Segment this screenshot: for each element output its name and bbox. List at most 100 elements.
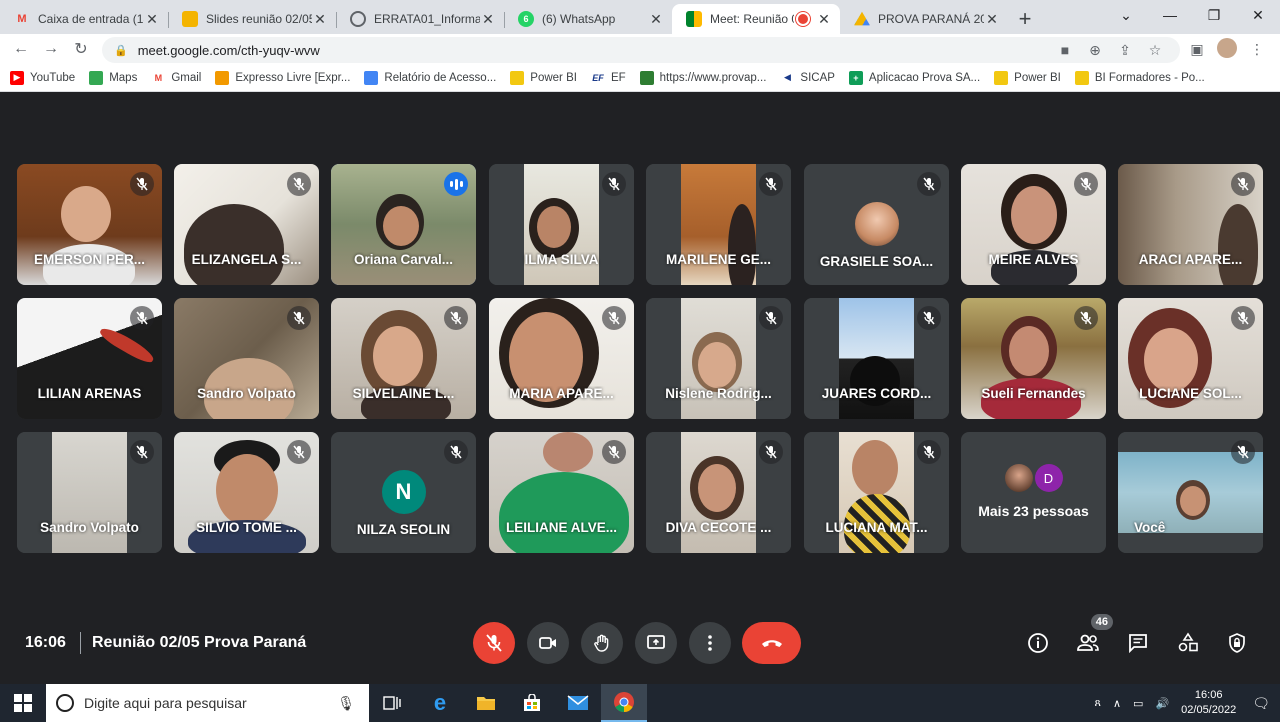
side-panel-icon[interactable]: ▣	[1182, 41, 1212, 58]
camera-toggle-button[interactable]	[527, 622, 569, 664]
menu-icon[interactable]: ⋮	[1242, 41, 1272, 58]
participant-tile[interactable]: EMERSON PER...	[17, 164, 162, 285]
tab-gmail[interactable]: M Caixa de entrada (182 ✕	[0, 4, 168, 34]
bookmark-powerbi-2[interactable]: Power BI	[994, 70, 1061, 85]
network-icon[interactable]: ▭	[1133, 697, 1143, 710]
more-options-button[interactable]	[689, 622, 731, 664]
bookmark-maps[interactable]: Maps	[89, 70, 137, 85]
participant-tile[interactable]: Sueli Fernandes	[961, 298, 1106, 419]
bookmark-ef[interactable]: EF EF	[591, 71, 625, 85]
new-tab-button[interactable]: +	[1008, 4, 1042, 34]
taskbar-store[interactable]	[509, 684, 555, 722]
close-icon[interactable]: ✕	[648, 11, 664, 27]
participant-tile[interactable]: MARIA APARE...	[489, 298, 634, 419]
bookmark-provaparana[interactable]: https://www.provap...	[639, 70, 766, 85]
start-button[interactable]	[0, 684, 46, 722]
bookmark-relatorio[interactable]: Relatório de Acesso...	[364, 70, 496, 85]
activities-icon	[1178, 632, 1198, 652]
taskbar-explorer[interactable]	[463, 684, 509, 722]
tray-date: 02/05/2022	[1181, 704, 1237, 716]
restore-icon[interactable]: ❐	[1192, 0, 1236, 30]
raise-hand-button[interactable]	[581, 622, 623, 664]
taskbar-chrome[interactable]	[601, 684, 647, 722]
close-icon[interactable]: ✕	[312, 11, 328, 27]
more-participants-tile[interactable]: D Mais 23 pessoas	[961, 432, 1106, 553]
video-feed	[1011, 186, 1057, 244]
participant-tile[interactable]: N NILZA SEOLIN	[331, 432, 476, 553]
tab-drive[interactable]: PROVA PARANÁ 2022 ✕	[840, 4, 1008, 34]
participant-name: DIVA CECOTE ...	[665, 520, 772, 535]
edge-icon: e	[433, 690, 447, 715]
reload-icon[interactable]: ↻	[66, 34, 96, 64]
participant-tile[interactable]: DIVA CECOTE ...	[646, 432, 791, 553]
bookmark-sicap[interactable]: ◀ SICAP	[780, 71, 835, 85]
task-view-button[interactable]	[369, 684, 415, 722]
participant-tile[interactable]: JUARES CORD...	[804, 298, 949, 419]
taskbar-mail[interactable]	[555, 684, 601, 722]
address-bar[interactable]: 🔒 meet.google.com/cth-yuqv-wvw ■ ⊕ ⇪ ☆	[102, 37, 1180, 63]
chevron-up-icon[interactable]: ∧	[1113, 697, 1121, 710]
forward-icon[interactable]: →	[36, 34, 66, 64]
participant-tile[interactable]: LUCIANA MAT...	[804, 432, 949, 553]
meeting-details-button[interactable]	[1023, 628, 1053, 658]
participant-tile[interactable]: Nislene Rodrig...	[646, 298, 791, 419]
participant-tile[interactable]: Sandro Volpato	[17, 432, 162, 553]
participant-name: GRASIELE SOA...	[819, 254, 934, 269]
people-button[interactable]: 46	[1073, 614, 1113, 658]
people-tray-icon[interactable]: ጸ	[1095, 697, 1101, 710]
participant-tile[interactable]: Sandro Volpato	[174, 298, 319, 419]
present-screen-button[interactable]	[635, 622, 677, 664]
participant-tile[interactable]: SILVIO TOME ...	[174, 432, 319, 553]
participant-tile[interactable]: LUCIANE SOL...	[1118, 298, 1263, 419]
zoom-icon[interactable]: ⊕	[1080, 42, 1110, 59]
close-icon[interactable]: ✕	[984, 11, 1000, 27]
chat-button[interactable]	[1123, 628, 1153, 658]
participant-tile[interactable]: GRASIELE SOA...	[804, 164, 949, 285]
bookmark-expresso[interactable]: Expresso Livre [Expr...	[215, 70, 350, 85]
close-icon[interactable]: ✕	[816, 11, 832, 27]
participant-tile[interactable]: LILIAN ARENAS	[17, 298, 162, 419]
share-icon[interactable]: ⇪	[1110, 42, 1140, 59]
camera-icon[interactable]: ■	[1050, 42, 1080, 58]
tab-slides[interactable]: Slides reunião 02/05 - ✕	[168, 4, 336, 34]
host-controls-button[interactable]	[1222, 628, 1252, 658]
mic-icon[interactable]: 🎙	[337, 695, 355, 712]
notification-icon[interactable]: 🗨	[1252, 695, 1270, 712]
window-close-icon[interactable]: ✕	[1236, 0, 1280, 30]
back-icon[interactable]: ←	[6, 34, 36, 64]
mic-toggle-button[interactable]	[473, 622, 515, 664]
leave-call-button[interactable]	[742, 622, 801, 664]
participant-tile[interactable]: ARACI APARE...	[1118, 164, 1263, 285]
volume-icon[interactable]: 🔊	[1155, 697, 1169, 710]
bookmark-gmail[interactable]: M Gmail	[151, 71, 202, 85]
participant-tile[interactable]: MARILENE GE...	[646, 164, 791, 285]
mic-off-icon	[1074, 172, 1098, 196]
tab-whatsapp[interactable]: 6 (6) WhatsApp ✕	[504, 4, 672, 34]
participant-tile[interactable]: ILMA SILVA	[489, 164, 634, 285]
taskbar-search[interactable]: Digite aqui para pesquisar 🎙	[46, 684, 369, 722]
self-view-tile[interactable]: Você	[1118, 432, 1263, 553]
bookmark-powerbi[interactable]: Power BI	[510, 70, 577, 85]
tab-errata[interactable]: ERRATA01_Informativ ✕	[336, 4, 504, 34]
profile-avatar[interactable]	[1212, 37, 1242, 61]
bookmark-aplicacao[interactable]: + Aplicacao Prova SA...	[848, 70, 980, 85]
participant-tile[interactable]: Oriana Carval...	[331, 164, 476, 285]
tray-clock[interactable]: 16:06 02/05/2022	[1181, 688, 1236, 718]
tab-strip: M Caixa de entrada (182 ✕ Slides reunião…	[0, 0, 1280, 34]
close-icon[interactable]: ✕	[144, 11, 160, 27]
participant-tile[interactable]: MEIRE ALVES	[961, 164, 1106, 285]
participant-tile[interactable]: LEILIANE ALVE...	[489, 432, 634, 553]
bookmark-youtube[interactable]: ▶ YouTube	[10, 70, 75, 85]
activities-button[interactable]	[1173, 628, 1203, 658]
info-icon	[1028, 633, 1048, 653]
tab-meet[interactable]: Meet: Reunião 02 ✕	[672, 4, 840, 34]
participant-tile[interactable]: ELIZANGELA S...	[174, 164, 319, 285]
bookmark-bi-formadores[interactable]: BI Formadores - Po...	[1074, 70, 1205, 85]
tab-search-icon[interactable]: ⌄	[1104, 0, 1148, 30]
participant-tile[interactable]: SILVELAINE L...	[331, 298, 476, 419]
mic-off-icon	[130, 306, 154, 330]
bookmark-star-icon[interactable]: ☆	[1140, 42, 1170, 59]
minimize-icon[interactable]: —	[1148, 0, 1192, 30]
taskbar-edge[interactable]: e	[417, 684, 463, 722]
close-icon[interactable]: ✕	[480, 11, 496, 27]
